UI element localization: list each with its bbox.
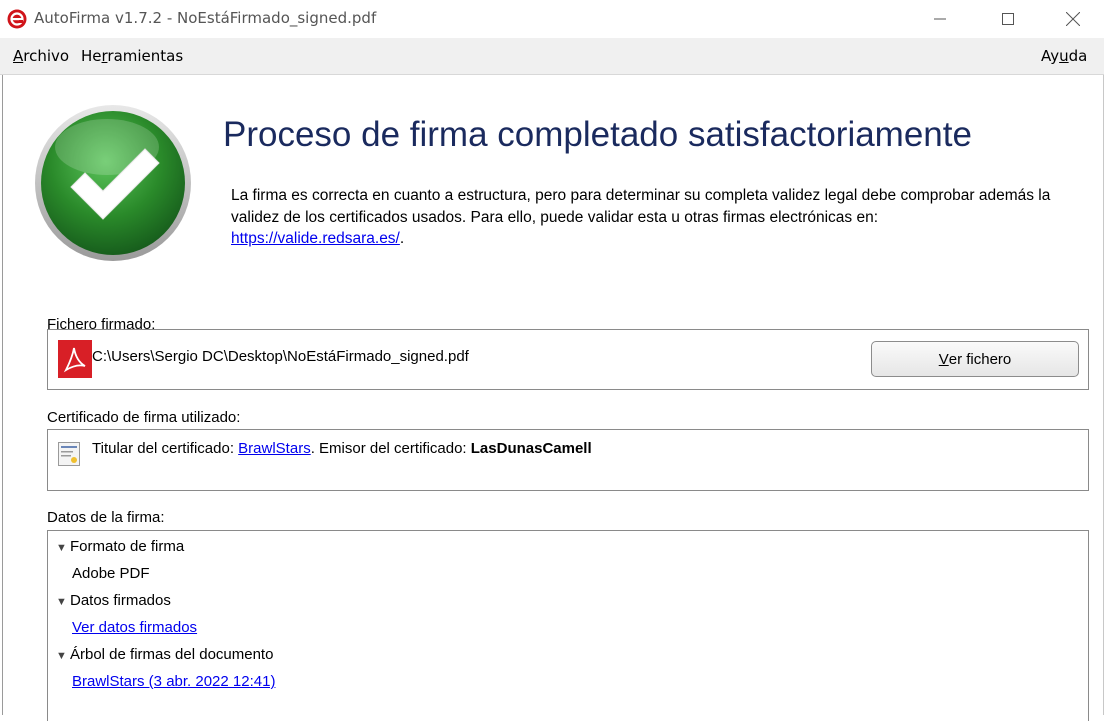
menu-herramientas[interactable]: Herramientas [81,47,183,65]
issuer-prefix: . Emisor del certificado: [310,440,471,457]
signed-file-box: C:\Users\Sergio DC\Desktop\NoEstáFirmado… [47,329,1089,390]
holder-prefix: Titular del certificado: [92,440,239,457]
maximize-icon [1002,13,1014,25]
signature-data-tree: ▼ Formato de firma Adobe PDF ▼ Datos firma… [47,530,1089,721]
close-icon [1066,12,1080,26]
menu-archivo-label: rchivo [23,47,70,65]
menu-bar: Archivo Herramientas Ayuda [0,38,1104,75]
maximize-button[interactable] [985,0,1031,38]
tree-node-format[interactable]: ▼ Formato de firma [56,538,184,555]
signature-data-label: Datos de la firma: [47,509,165,526]
view-file-label: er fichero [948,350,1012,368]
tree-leaf-format-value: Adobe PDF [72,565,150,582]
certificate-label: Certificado de firma utilizado: [47,409,241,426]
file-path: C:\Users\Sergio DC\Desktop\NoEstáFirmado… [92,348,469,365]
menu-ayuda-label-end: da [1068,47,1088,65]
title-bar: AutoFirma v1.7.2 - NoEstáFirmado_signed.… [0,0,1104,38]
link-suffix: . [399,230,405,247]
tree-node-signature-tree[interactable]: ▼ Árbol de firmas del documento [56,646,273,663]
certificate-info: Titular del certificado: BrawlStars. Emi… [92,440,592,457]
tree-node-label: Datos firmados [70,592,171,609]
minimize-icon [934,18,946,20]
window-title: AutoFirma v1.7.2 - NoEstáFirmado_signed.… [34,9,377,27]
success-check-icon [35,105,191,261]
description-text: La firma es correcta en cuanto a estruct… [231,187,1051,226]
tree-node-signed-data[interactable]: ▼ Datos firmados [56,592,171,609]
certificate-icon [58,442,80,466]
menu-ayuda[interactable]: Ayuda [1041,47,1087,65]
view-file-mnemonic: V [938,350,949,368]
view-file-button[interactable]: Ver fichero [871,341,1079,377]
menu-herramientas-label-start: He [81,47,102,65]
signer-link[interactable]: BrawlStars (3 abr. 2022 12:41) [72,673,275,690]
valide-link[interactable]: https://valide.redsara.es/ [231,230,400,247]
certificate-box: Titular del certificado: BrawlStars. Emi… [47,429,1089,491]
menu-archivo[interactable]: Archivo [13,47,69,65]
main-panel: Proceso de firma completado satisfactori… [2,75,1104,721]
expand-triangle-icon[interactable]: ▼ [56,542,70,554]
close-button[interactable] [1050,0,1096,38]
menu-herramientas-label-end: ramientas [107,47,184,65]
certificate-holder-link[interactable]: BrawlStars [238,440,311,457]
minimize-button[interactable] [917,0,963,38]
tree-leaf-view-signed-data[interactable]: Ver datos firmados [72,619,197,636]
tree-node-label: Formato de firma [70,538,185,555]
expand-triangle-icon[interactable]: ▼ [56,650,70,662]
menu-archivo-mnemonic: A [13,47,24,65]
view-signed-data-link[interactable]: Ver datos firmados [72,619,197,636]
page-title: Proceso de firma completado satisfactori… [223,115,972,154]
tree-leaf-signer[interactable]: BrawlStars (3 abr. 2022 12:41) [72,673,275,690]
result-description: La firma es correcta en cuanto a estruct… [231,185,1071,250]
tree-node-label: Árbol de firmas del documento [70,646,274,663]
menu-ayuda-label-start: Ay [1041,47,1060,65]
certificate-issuer: LasDunasCamell [470,440,592,457]
menu-ayuda-mnemonic: u [1059,47,1069,65]
expand-triangle-icon[interactable]: ▼ [56,596,70,608]
pdf-icon [58,340,92,378]
autofirma-logo-icon [7,9,27,29]
